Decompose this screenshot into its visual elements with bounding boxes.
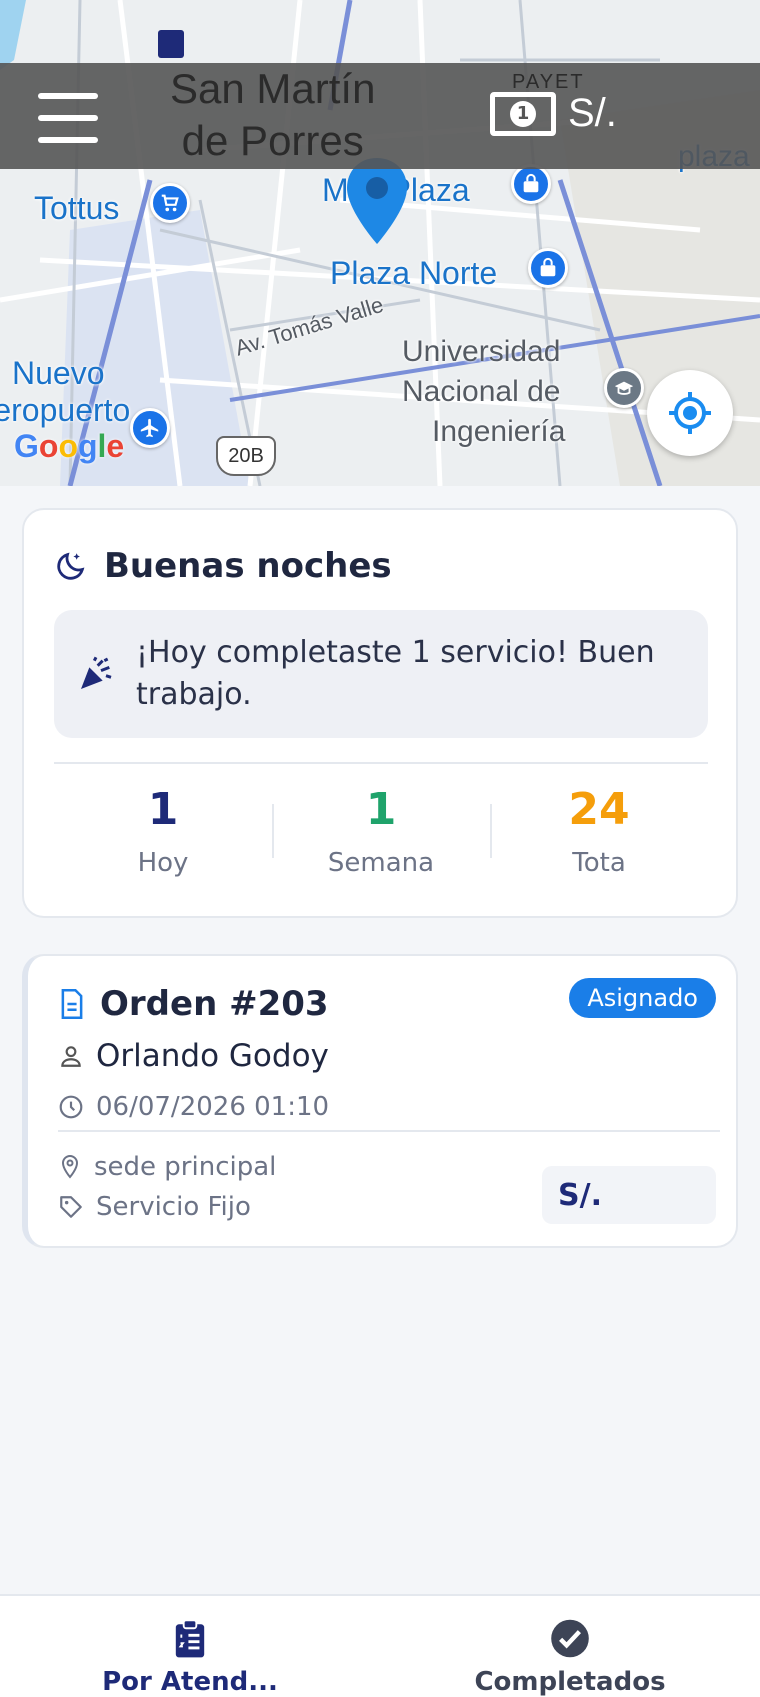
check-circle-icon [551,1619,589,1658]
document-icon [61,989,83,1019]
menu-button[interactable] [38,93,98,143]
crosshair-icon [669,392,711,434]
route-badge: 20B [216,436,276,476]
divider [54,762,708,764]
daily-summary-card: Buenas noches ¡Hoy completaste 1 servici… [22,508,738,918]
stat-total-value: 24 [568,784,630,835]
map-pin-icon [61,1154,79,1179]
divider [58,1130,720,1132]
shopping-bag-icon[interactable] [528,248,568,288]
stat-week-label: Semana [327,848,435,878]
notification-icon [158,30,184,58]
party-popper-icon [81,656,112,689]
stat-total-label: Tota [572,848,626,878]
stats-row: 1 Hoy 1 Semana 24 Tota [54,780,708,878]
school-icon[interactable] [604,368,644,408]
stat-today-label: Hoy [137,848,189,878]
order-title: Orden #203 [100,984,329,1024]
order-amount: S/. [542,1166,716,1224]
stat-today-value: 1 [147,784,179,835]
top-app-bar: San Martín de Porres PAYET 1 S/. [0,63,760,169]
map-label-universidad: Universidad Nacional de Ingeniería [402,335,566,448]
my-location-button[interactable] [647,370,733,456]
bottom-navigation: Por Atend... Completados [0,1594,760,1697]
map-label-district: San Martín de Porres [170,65,376,164]
order-header: Orden #203 [58,984,329,1024]
map-label-tottus: Tottus [34,190,120,226]
status-badge: Asignado [569,978,716,1018]
clipboard-list-icon [175,1619,205,1658]
stat-week-value: 1 [365,784,397,835]
greeting-title: Buenas noches [104,546,392,586]
stat-today: 1 Hoy [54,780,272,878]
balance-display[interactable]: 1 S/. [490,91,617,136]
client-name: Orlando Godoy [96,1038,329,1074]
location-row: sede principal [58,1152,276,1182]
tab-completed-label: Completados [474,1667,666,1697]
stat-week: 1 Semana [272,780,490,878]
hamburger-icon-line [38,137,98,143]
order-service-type: Servicio Fijo [96,1192,251,1222]
map-label-plaza-norte: Plaza Norte [330,255,498,291]
tag-icon [60,1196,82,1218]
map-label-nuevo-aeropuerto: Nuevo Aeropuerto [0,355,131,428]
order-location: sede principal [94,1152,277,1182]
status-bar [0,20,760,60]
shopping-bag-icon[interactable] [511,164,551,204]
tab-completed[interactable]: Completados [380,1596,760,1697]
service-row: Servicio Fijo [58,1192,251,1222]
shopping-cart-icon[interactable] [150,183,190,223]
airport-icon[interactable] [130,408,170,448]
location-pin-icon[interactable] [343,156,411,246]
google-logo: Google [14,428,125,464]
client-row: Orlando Godoy [58,1038,329,1074]
order-datetime: 06/07/2026 01:10 [96,1092,330,1122]
user-icon [61,1046,81,1067]
clock-icon [59,1095,83,1119]
moon-icon [57,552,85,580]
tab-pending[interactable]: Por Atend... [0,1596,380,1697]
achievement-banner: ¡Hoy completaste 1 servicio! Buen trabaj… [54,610,708,738]
balance-amount: S/. [568,91,617,135]
money-icon: 1 [490,91,556,136]
order-card[interactable]: Orden #203 Asignado Orlando Godoy 06/07/… [22,954,738,1248]
hamburger-icon [38,93,98,99]
stat-total: 24 Tota [490,780,708,878]
greeting-header: Buenas noches [54,546,392,586]
hamburger-icon-line [38,115,98,121]
datetime-row: 06/07/2026 01:10 [58,1092,329,1122]
tab-pending-label: Por Atend... [102,1667,278,1697]
achievement-text: ¡Hoy completaste 1 servicio! Buen trabaj… [136,635,655,712]
